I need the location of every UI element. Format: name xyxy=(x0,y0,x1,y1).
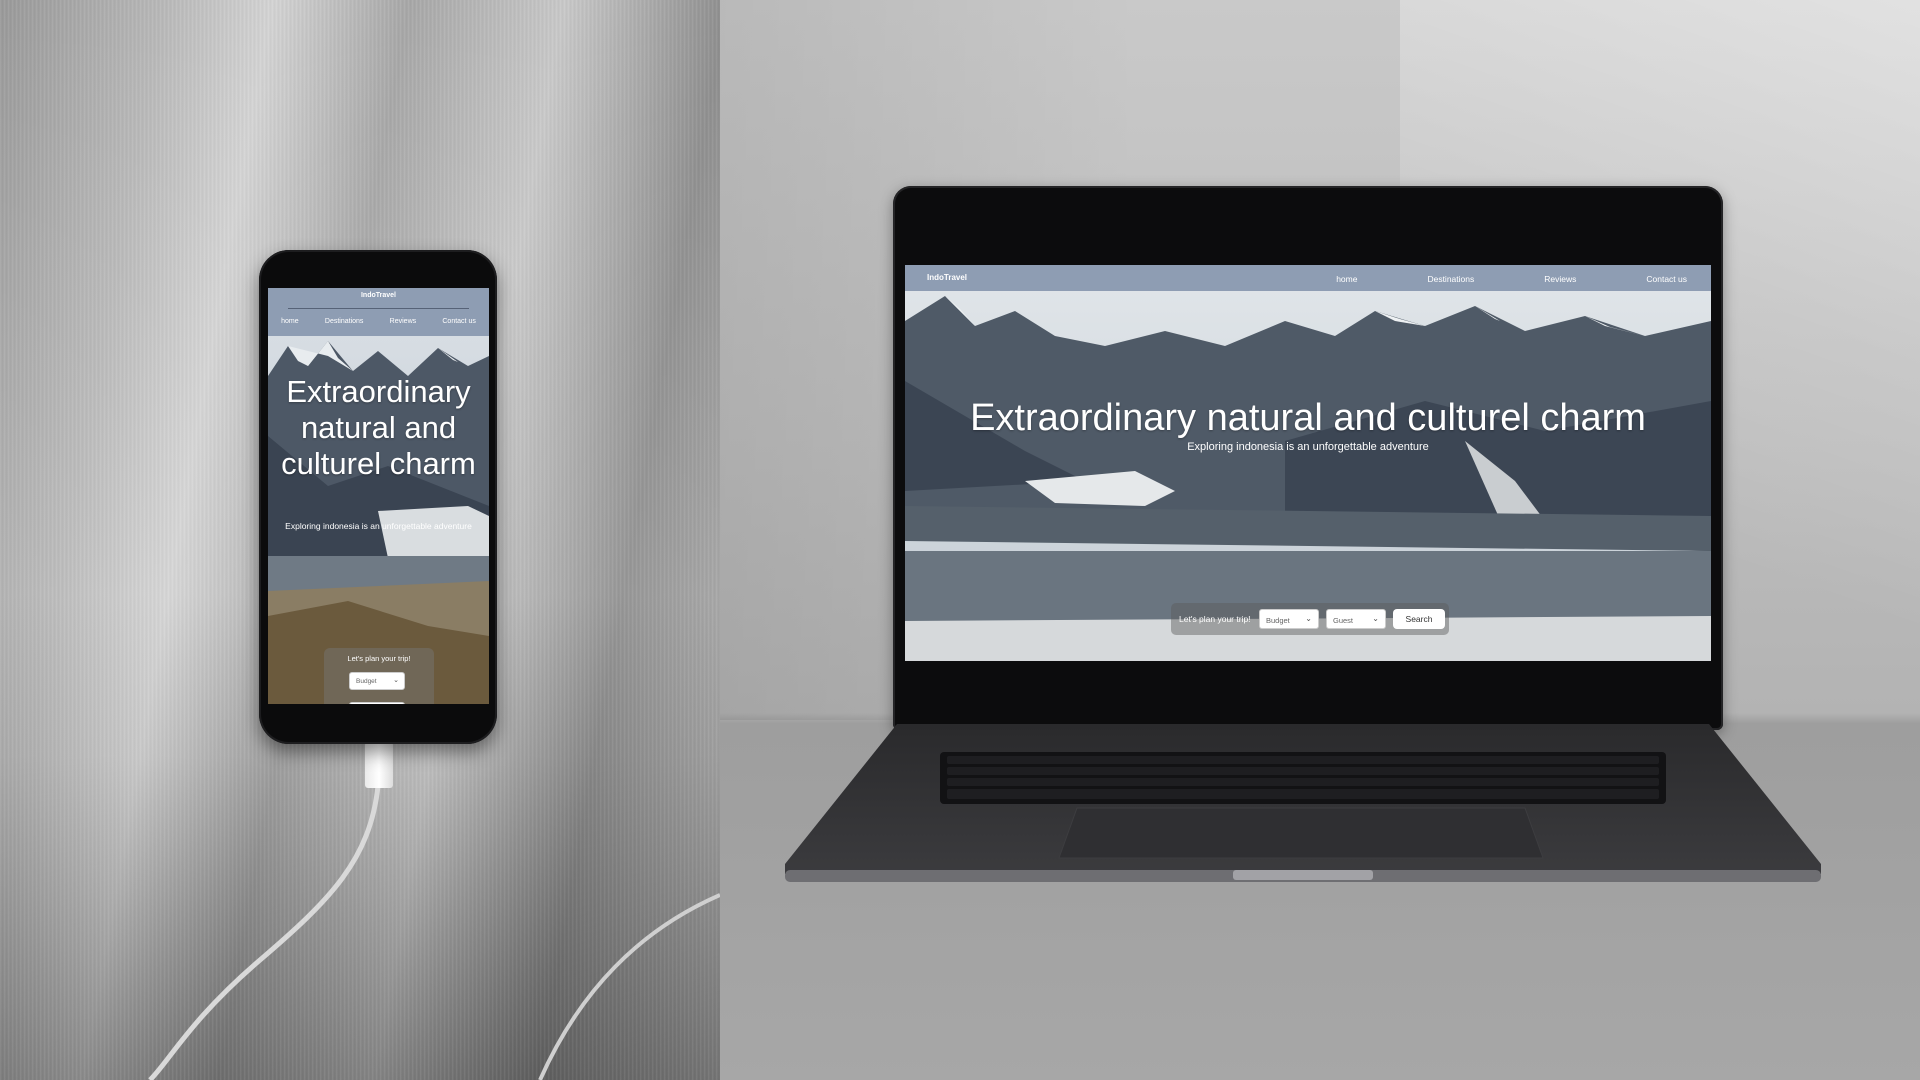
laptop-hero-title: Extraordinary natural and culturel charm xyxy=(970,397,1646,439)
phone-screen: IndoTravel home Destinations Reviews Con… xyxy=(268,288,489,704)
laptop-keyboard-deck xyxy=(785,724,1821,882)
laptop-trip-planner: Let's plan your trip! Budget ⌄ Guest ⌄ S… xyxy=(1171,603,1449,635)
phone-hero: Extraordinary natural and culturel charm… xyxy=(268,336,489,704)
phone-nav-reviews[interactable]: Reviews xyxy=(390,318,416,325)
phone-hero-subtitle: Exploring indonesia is an unforgettable … xyxy=(285,521,472,531)
laptop-hero: Extraordinary natural and culturel charm… xyxy=(905,291,1711,661)
laptop-nav-destinations[interactable]: Destinations xyxy=(1427,274,1474,284)
laptop-nav: home Destinations Reviews Contact us xyxy=(1266,274,1687,284)
laptop-guest-value: Guest xyxy=(1333,616,1354,625)
phone-brand-logo[interactable]: IndoTravel xyxy=(268,292,489,299)
laptop-nav-home[interactable]: home xyxy=(1336,274,1357,284)
laptop-guest-select[interactable]: Guest ⌄ xyxy=(1326,609,1386,629)
phone-nav-contact[interactable]: Contact us xyxy=(442,318,475,325)
phone-device: IndoTravel home Destinations Reviews Con… xyxy=(259,250,497,744)
chevron-down-icon: ⌄ xyxy=(393,677,399,684)
phone-guest-select[interactable]: Guest ⌄ xyxy=(349,702,405,704)
laptop-nav-contact[interactable]: Contact us xyxy=(1646,274,1687,284)
phone-trip-planner: Let's plan your trip! Budget ⌄ Guest ⌄ S… xyxy=(324,648,434,704)
laptop-screen: IndoTravel home Destinations Reviews Con… xyxy=(905,265,1711,661)
laptop-brand-logo[interactable]: IndoTravel xyxy=(927,273,967,282)
laptop-budget-select[interactable]: Budget ⌄ xyxy=(1259,609,1319,629)
laptop-search-button[interactable]: Search xyxy=(1393,609,1445,629)
phone-budget-select[interactable]: Budget ⌄ xyxy=(349,672,405,690)
phone-header: IndoTravel home Destinations Reviews Con… xyxy=(268,288,489,336)
laptop-hero-subtitle: Exploring indonesia is an unforgettable … xyxy=(1187,441,1429,453)
laptop-plan-label: Let's plan your trip! xyxy=(1179,614,1251,624)
phone-nav-home[interactable]: home xyxy=(281,318,299,325)
chevron-down-icon: ⌄ xyxy=(1305,614,1312,623)
phone-budget-value: Budget xyxy=(356,678,377,685)
cable-connector xyxy=(365,742,393,788)
laptop-nav-reviews[interactable]: Reviews xyxy=(1544,274,1576,284)
laptop-header: IndoTravel home Destinations Reviews Con… xyxy=(905,265,1711,291)
phone-plan-label: Let's plan your trip! xyxy=(347,654,411,663)
phone-nav-destinations[interactable]: Destinations xyxy=(325,318,364,325)
chevron-down-icon: ⌄ xyxy=(1372,614,1379,623)
phone-header-divider xyxy=(288,308,469,309)
laptop-budget-value: Budget xyxy=(1266,616,1290,625)
phone-hero-title: Extraordinary natural and culturel charm xyxy=(281,374,476,481)
phone-nav: home Destinations Reviews Contact us xyxy=(268,318,489,325)
